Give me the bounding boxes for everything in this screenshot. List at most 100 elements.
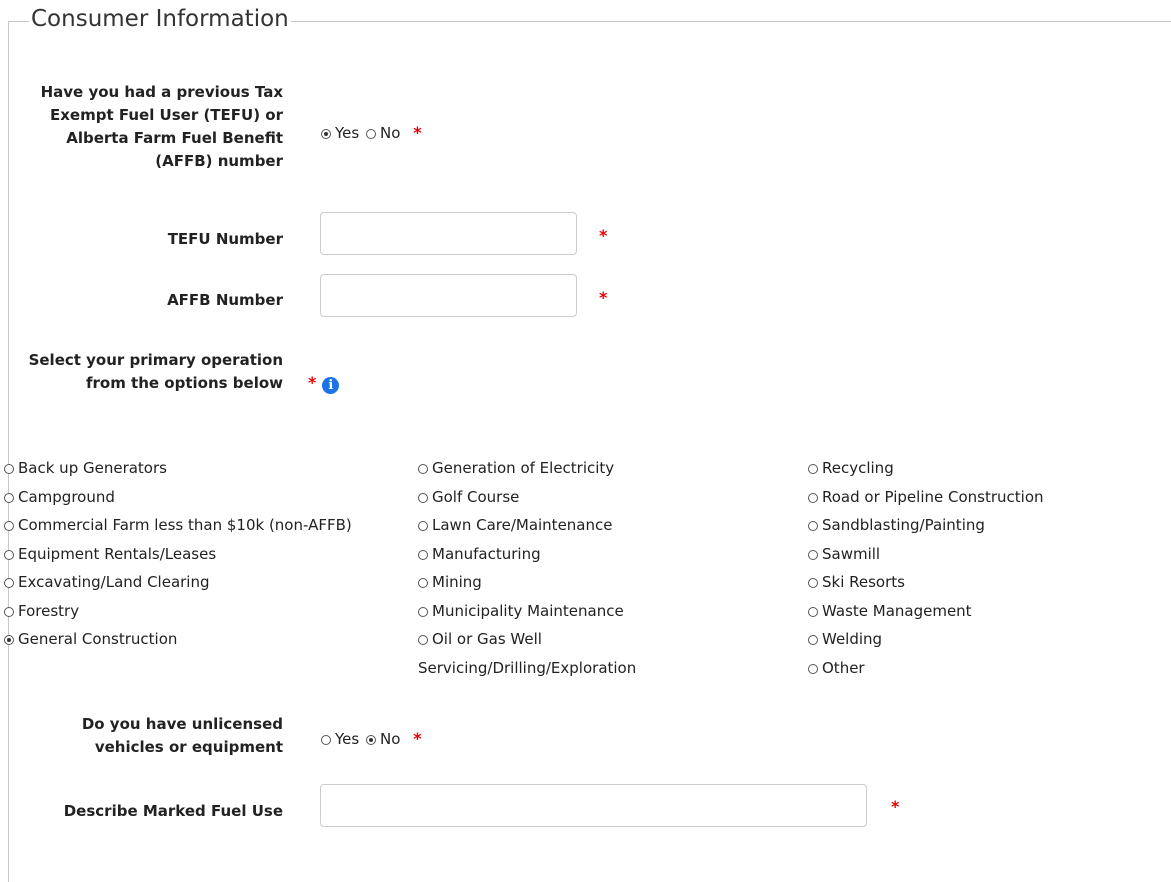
option-label: Sandblasting/Painting: [822, 516, 985, 534]
radio-unchecked-icon: [418, 578, 428, 588]
radio-checked-icon: [321, 129, 331, 139]
option-label: Other: [822, 658, 865, 677]
operation-option[interactable]: Other: [808, 654, 1168, 683]
operation-option[interactable]: Lawn Care/Maintenance: [418, 511, 788, 540]
operation-option[interactable]: Welding: [808, 625, 1168, 654]
primary-operation-label: Select your primary operation from the o…: [28, 351, 283, 392]
unlicensed-vehicles-label: Do you have unlicensed vehicles or equip…: [81, 715, 283, 756]
marked-fuel-use-input[interactable]: [320, 784, 867, 827]
required-marker: *: [891, 797, 900, 816]
radio-checked-icon: [366, 735, 376, 745]
operation-option[interactable]: Manufacturing: [418, 540, 788, 569]
marked-fuel-use-label: Describe Marked Fuel Use: [63, 802, 283, 820]
operation-option[interactable]: Back up Generators: [4, 454, 394, 483]
option-label: Generation of Electricity: [432, 459, 615, 477]
radio-unchecked-icon: [418, 606, 428, 617]
operation-column-3: Recycling Road or Pipeline Construction …: [808, 454, 1168, 682]
option-label: Oil or Gas Well Servicing/Drilling/Explo…: [418, 630, 637, 677]
primary-operation-markers: * i: [308, 373, 340, 394]
radio-unchecked-icon: [4, 464, 14, 474]
operation-option[interactable]: Campground: [4, 483, 394, 512]
option-label: Recycling: [822, 459, 894, 477]
option-label: Municipality Maintenance: [432, 601, 624, 620]
affb-number-label: AFFB Number: [167, 291, 283, 309]
option-label: Golf Course: [432, 487, 520, 506]
radio-unchecked-icon: [418, 492, 428, 503]
operation-option[interactable]: Golf Course: [418, 483, 788, 512]
radio-unchecked-icon: [418, 549, 428, 560]
affb-number-input[interactable]: [320, 274, 577, 317]
option-label: Road or Pipeline Construction: [822, 487, 1044, 506]
option-label: Welding: [822, 630, 883, 648]
previous-number-yes[interactable]: Yes: [321, 124, 359, 142]
radio-unchecked-icon: [366, 129, 376, 139]
option-label: Waste Management: [822, 601, 972, 620]
option-label: Mining: [432, 573, 482, 591]
radio-unchecked-icon: [808, 606, 818, 617]
radio-unchecked-icon: [808, 635, 818, 645]
operation-option-selected[interactable]: General Construction: [4, 625, 394, 654]
operation-option[interactable]: Sawmill: [808, 540, 1168, 569]
tefu-number-label: TEFU Number: [167, 230, 283, 248]
radio-unchecked-icon: [4, 578, 14, 588]
operation-option[interactable]: Sandblasting/Painting: [808, 511, 1168, 540]
option-label: Yes: [335, 730, 360, 748]
radio-unchecked-icon: [4, 492, 14, 503]
required-marker: *: [599, 288, 608, 307]
option-label: Excavating/Land Clearing: [18, 573, 210, 591]
required-marker: *: [308, 373, 317, 392]
radio-checked-icon: [4, 635, 14, 645]
option-label: Campground: [18, 487, 115, 506]
operation-option[interactable]: Excavating/Land Clearing: [4, 568, 394, 597]
operation-option[interactable]: Equipment Rentals/Leases: [4, 540, 394, 569]
operation-option[interactable]: Recycling: [808, 454, 1168, 483]
info-icon[interactable]: i: [322, 377, 340, 394]
operation-column-2: Generation of Electricity Golf Course La…: [418, 454, 788, 682]
required-marker: *: [413, 123, 422, 142]
unlicensed-radio-group: Yes No *: [321, 729, 422, 748]
radio-unchecked-icon: [4, 549, 14, 560]
operation-option[interactable]: Oil or Gas Well Servicing/Drilling/Explo…: [418, 625, 678, 682]
option-label: Lawn Care/Maintenance: [432, 516, 613, 534]
operation-option[interactable]: Generation of Electricity: [418, 454, 788, 483]
operation-option[interactable]: Road or Pipeline Construction: [808, 483, 1168, 512]
operation-column-1: Back up Generators Campground Commercial…: [4, 454, 394, 654]
option-label: Ski Resorts: [822, 573, 905, 591]
operation-option[interactable]: Waste Management: [808, 597, 1168, 626]
radio-unchecked-icon: [808, 578, 818, 588]
option-label: Yes: [335, 124, 360, 142]
operation-option[interactable]: Forestry: [4, 597, 394, 626]
required-marker: *: [413, 729, 422, 748]
operation-option[interactable]: Commercial Farm less than $10k (non-AFFB…: [4, 511, 389, 540]
option-label: Back up Generators: [18, 459, 167, 477]
option-label: General Construction: [18, 630, 178, 648]
option-label: Commercial Farm less than $10k (non-AFFB…: [18, 516, 352, 534]
previous-number-no[interactable]: No: [366, 124, 400, 142]
section-title: Consumer Information: [29, 6, 291, 32]
radio-unchecked-icon: [4, 521, 14, 531]
radio-unchecked-icon: [808, 492, 818, 503]
radio-unchecked-icon: [808, 549, 818, 560]
option-label: Equipment Rentals/Leases: [18, 544, 217, 563]
required-marker: *: [599, 226, 608, 245]
radio-unchecked-icon: [808, 464, 818, 474]
radio-unchecked-icon: [4, 606, 14, 617]
unlicensed-yes[interactable]: Yes: [321, 730, 359, 748]
tefu-number-input[interactable]: [320, 212, 577, 255]
operation-option[interactable]: Ski Resorts: [808, 568, 1168, 597]
option-label: No: [380, 124, 401, 142]
option-label: Sawmill: [822, 544, 881, 563]
radio-unchecked-icon: [418, 521, 428, 531]
previous-number-radio-group: Yes No *: [321, 123, 422, 142]
radio-unchecked-icon: [418, 635, 428, 645]
previous-number-label: Have you had a previous Tax Exempt Fuel …: [40, 83, 283, 170]
option-label: Manufacturing: [432, 544, 541, 563]
option-label: Forestry: [18, 601, 80, 620]
operation-option[interactable]: Municipality Maintenance: [418, 597, 788, 626]
operation-option[interactable]: Mining: [418, 568, 788, 597]
unlicensed-no[interactable]: No: [366, 730, 400, 748]
radio-unchecked-icon: [321, 735, 331, 745]
radio-unchecked-icon: [808, 663, 818, 674]
option-label: No: [380, 730, 401, 748]
radio-unchecked-icon: [418, 464, 428, 474]
